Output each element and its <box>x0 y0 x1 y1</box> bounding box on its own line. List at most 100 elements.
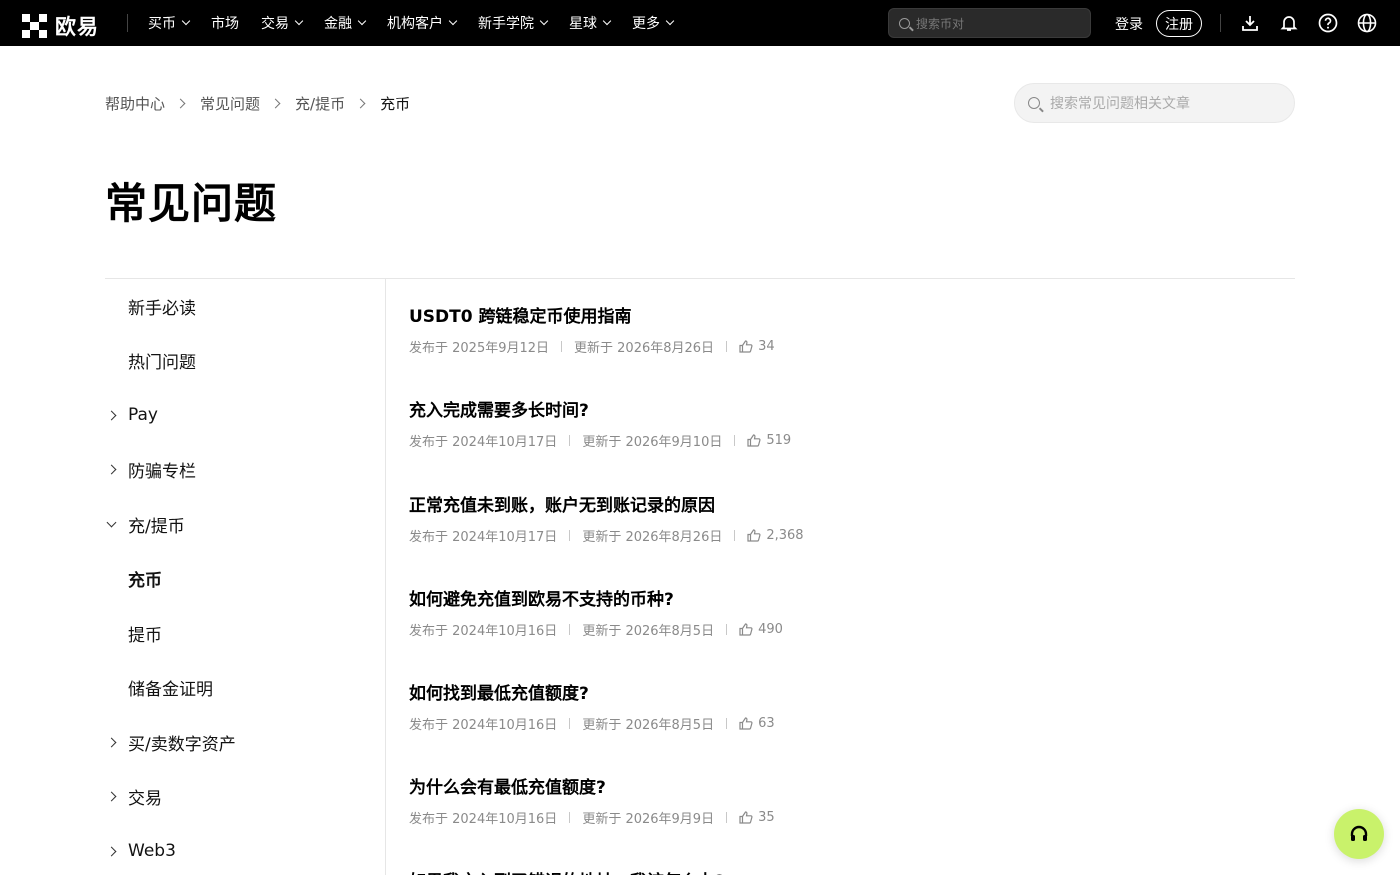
search-icon <box>899 17 910 29</box>
login-link[interactable]: 登录 <box>1115 14 1143 34</box>
sidebar-item-label: 交易 <box>128 788 162 809</box>
breadcrumb-deposit-withdraw[interactable]: 充/提币 <box>295 93 345 114</box>
sidebar-item-pay[interactable]: Pay <box>105 388 385 442</box>
help-icon[interactable] <box>1318 13 1338 33</box>
pair-search-input[interactable]: 搜索币对 <box>888 8 1091 38</box>
nav-label: 更多 <box>632 16 660 32</box>
updated-date: 更新于 2026年9月9日 <box>582 812 715 827</box>
nav-label: 新手学院 <box>478 16 534 32</box>
article-meta: 发布于 2024年10月17日 更新于 2026年8月26日 2,368 <box>409 526 1269 545</box>
published-date: 发布于 2024年10月16日 <box>409 718 558 733</box>
globe-icon[interactable] <box>1357 13 1377 33</box>
chevron-down-icon <box>665 16 675 26</box>
meta-divider <box>569 530 571 541</box>
breadcrumb-faq[interactable]: 常见问题 <box>200 93 260 114</box>
like-count: 35 <box>758 810 775 825</box>
bell-icon[interactable] <box>1279 13 1299 33</box>
meta-divider <box>569 812 571 823</box>
sidebar-item-label: 防骗专栏 <box>128 461 196 482</box>
meta-divider <box>569 435 571 446</box>
meta-divider <box>726 812 728 823</box>
published-date: 发布于 2024年10月17日 <box>409 530 558 545</box>
article-title-link[interactable]: 充入完成需要多长时间? <box>409 396 1269 421</box>
sidebar-item-proof-of-reserves[interactable]: 储备金证明 <box>105 660 385 714</box>
nav-item-buy[interactable]: 买币 <box>148 13 191 33</box>
sidebar-item-deposit[interactable]: 充币 <box>105 551 385 605</box>
sidebar-divider <box>385 279 386 875</box>
meta-divider <box>726 718 728 729</box>
nav-label: 交易 <box>261 16 289 32</box>
sidebar-item-hot[interactable]: 热门问题 <box>105 333 385 387</box>
okx-logo-icon <box>22 13 47 39</box>
chevron-right-icon <box>270 98 281 109</box>
meta-divider <box>734 530 736 541</box>
faq-search-input[interactable]: 搜索常见问题相关文章 <box>1014 83 1295 123</box>
article-title-link[interactable]: 正常充值未到账，账户无到账记录的原因 <box>409 491 1269 516</box>
nav-item-more[interactable]: 更多 <box>632 13 675 33</box>
nav-divider <box>1220 14 1221 32</box>
customer-support-button[interactable] <box>1334 809 1384 859</box>
thumbs-up-icon <box>739 717 753 730</box>
article-title-link[interactable]: USDT0 跨链稳定币使用指南 <box>409 302 1269 327</box>
sidebar-item-buy-sell[interactable]: 买/卖数字资产 <box>105 715 385 769</box>
sidebar-item-label: 充币 <box>128 570 162 591</box>
chevron-down-icon <box>357 16 367 26</box>
chevron-down-icon <box>294 16 304 26</box>
nav-item-planet[interactable]: 星球 <box>569 13 612 33</box>
thumbs-up-icon <box>739 811 753 824</box>
chevron-right-icon <box>106 737 117 747</box>
register-button[interactable]: 注册 <box>1156 10 1202 37</box>
page-title: 常见问题 <box>105 179 278 228</box>
sidebar-item-anti-fraud[interactable]: 防骗专栏 <box>105 442 385 496</box>
sidebar-item-web3[interactable]: Web3 <box>105 824 385 875</box>
article-meta: 发布于 2025年9月12日 更新于 2026年8月26日 34 <box>409 337 1269 356</box>
download-icon[interactable] <box>1240 13 1260 33</box>
chevron-down-icon <box>448 16 458 26</box>
updated-date: 更新于 2026年8月5日 <box>582 718 715 733</box>
chevron-right-icon <box>106 846 117 856</box>
sidebar-item-label: 充/提币 <box>128 516 185 537</box>
nav-item-institutional[interactable]: 机构客户 <box>387 13 458 33</box>
sidebar-item-deposit-withdraw[interactable]: 充/提币 <box>105 497 385 551</box>
sidebar-item-withdraw[interactable]: 提币 <box>105 606 385 660</box>
nav-item-finance[interactable]: 金融 <box>324 13 367 33</box>
article-item: 如果我充入到了错误的地址，我该怎么办? <box>409 865 1269 875</box>
search-icon <box>1028 97 1040 109</box>
sidebar-item-label: Pay <box>128 405 158 425</box>
sidebar-item-label: 热门问题 <box>128 352 196 373</box>
nav-label: 金融 <box>324 16 352 32</box>
nav-item-academy[interactable]: 新手学院 <box>478 13 549 33</box>
article-meta: 发布于 2024年10月16日 更新于 2026年8月5日 63 <box>409 714 1269 733</box>
top-nav-bar: 欧易 买币 市场 交易 金融 机构客户 新手学院 星球 更多 搜索币对 登录 注… <box>0 0 1400 46</box>
article-title-link[interactable]: 如何找到最低充值额度? <box>409 679 1269 704</box>
updated-date: 更新于 2026年9月10日 <box>582 435 723 450</box>
article-meta: 发布于 2024年10月16日 更新于 2026年9月9日 35 <box>409 808 1269 827</box>
article-item: USDT0 跨链稳定币使用指南 发布于 2025年9月12日 更新于 2026年… <box>409 302 1269 356</box>
article-title-link[interactable]: 如何避免充值到欧易不支持的币种? <box>409 585 1269 610</box>
sidebar-item-beginners[interactable]: 新手必读 <box>105 279 385 333</box>
like-count: 490 <box>758 622 783 637</box>
article-title-link[interactable]: 如果我充入到了错误的地址，我该怎么办? <box>409 867 1269 875</box>
faq-search-placeholder: 搜索常见问题相关文章 <box>1050 96 1190 112</box>
chevron-right-icon <box>175 98 186 109</box>
nav-divider <box>127 14 128 32</box>
published-date: 发布于 2024年10月16日 <box>409 812 558 827</box>
headset-icon <box>1350 825 1368 841</box>
article-item: 充入完成需要多长时间? 发布于 2024年10月17日 更新于 2026年9月1… <box>409 396 1269 450</box>
nav-item-trade[interactable]: 交易 <box>261 13 304 33</box>
sidebar-item-label: 买/卖数字资产 <box>128 734 236 755</box>
nav-label: 星球 <box>569 16 597 32</box>
breadcrumb-help-center[interactable]: 帮助中心 <box>105 93 165 114</box>
meta-divider <box>561 341 563 352</box>
thumbs-up-icon <box>747 434 761 447</box>
sidebar-item-trading[interactable]: 交易 <box>105 769 385 823</box>
nav-item-market[interactable]: 市场 <box>211 13 239 33</box>
updated-date: 更新于 2026年8月26日 <box>582 530 723 545</box>
article-title-link[interactable]: 为什么会有最低充值额度? <box>409 773 1269 798</box>
nav-label: 买币 <box>148 16 176 32</box>
thumbs-up-icon <box>739 340 753 353</box>
brand-logo[interactable]: 欧易 <box>22 11 99 41</box>
meta-divider <box>569 718 571 729</box>
published-date: 发布于 2024年10月17日 <box>409 435 558 450</box>
published-date: 发布于 2025年9月12日 <box>409 341 550 356</box>
